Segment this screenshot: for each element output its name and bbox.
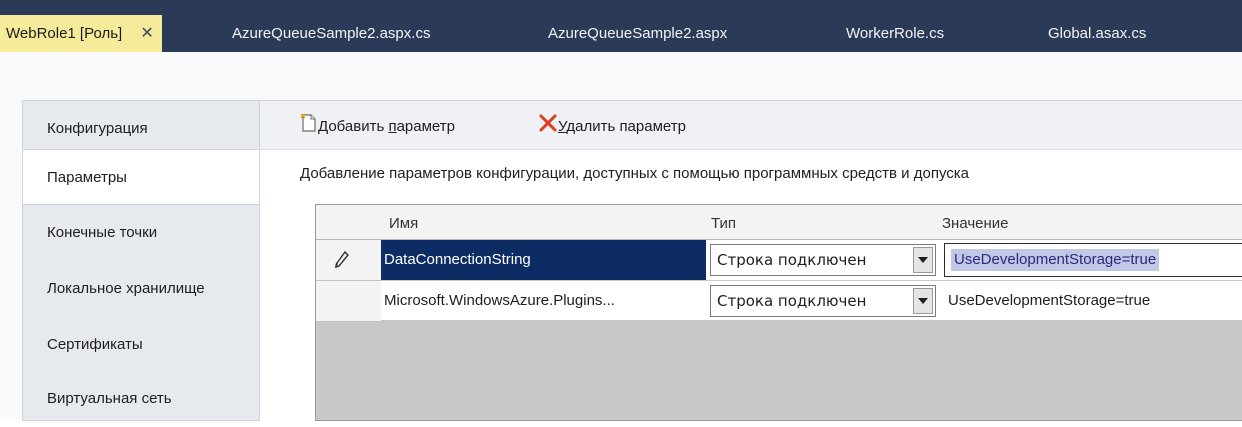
type-select[interactable]: Строка подключен <box>710 244 936 276</box>
add-setting-label: Добавить <box>318 117 389 135</box>
tab-azurequeuesample2-aspx[interactable]: AzureQueueSample2.aspx <box>548 15 727 52</box>
add-setting-button[interactable]: Добавить параметр <box>300 113 455 137</box>
grid-header: Имя Тип Значение <box>316 205 1242 240</box>
role-designer: Конфигурация Параметры Конечные точки Ло… <box>0 52 1242 421</box>
sidebar-item-label: Виртуальная сеть <box>47 390 172 407</box>
tab-label: AzureQueueSample2.aspx <box>548 25 728 42</box>
add-setting-label-rest: араметр <box>396 117 455 135</box>
sidebar-item-label: Локальное хранилище <box>47 280 205 297</box>
dropdown-arrow-icon[interactable] <box>913 288 933 314</box>
sidebar-item-settings[interactable]: Параметры <box>23 149 287 205</box>
column-header-value[interactable]: Значение <box>942 205 1009 239</box>
table-row-type-cell: Строка подключен <box>706 240 942 280</box>
row-selector[interactable] <box>316 281 381 322</box>
row-selector[interactable] <box>316 240 381 281</box>
delete-setting-label: далить параметр <box>566 117 686 135</box>
tab-label: AzureQueueSample2.aspx.cs <box>232 25 431 42</box>
table-row-type-cell: Строка подключен <box>706 281 942 321</box>
value-input[interactable]: UseDevelopmentStorage=true <box>944 243 1242 277</box>
settings-sidebar: Конфигурация Параметры Конечные точки Ло… <box>22 100 287 421</box>
tab-label: WebRole1 [Роль] <box>6 25 123 42</box>
settings-description: Добавление параметров конфигурации, дост… <box>300 165 970 182</box>
value-input-text: UseDevelopmentStorage=true <box>951 249 1160 271</box>
tab-webrole1[interactable]: WebRole1 [Роль] ✕ <box>0 15 162 52</box>
delete-setting-button[interactable]: Удалить параметр <box>538 113 686 137</box>
table-row-name-cell[interactable]: Microsoft.WindowsAzure.Plugins... <box>381 281 706 321</box>
settings-content: Добавить параметр Удалить параметр Добав… <box>259 100 1242 421</box>
sidebar-item-label: Параметры <box>47 169 127 186</box>
type-select-value: Строка подключен <box>717 251 867 269</box>
value-text: UseDevelopmentStorage=true <box>948 292 1151 309</box>
table-row-value-cell: UseDevelopmentStorage=true <box>942 240 1242 280</box>
sidebar-item-label: Конфигурация <box>47 120 148 137</box>
sidebar-item-label: Сертификаты <box>47 336 143 353</box>
document-tab-strip: WebRole1 [Роль] ✕ AzureQueueSample2.aspx… <box>0 0 1242 52</box>
sidebar-item-label: Конечные точки <box>47 224 158 241</box>
tab-workerrole-cs[interactable]: WorkerRole.cs <box>846 15 944 52</box>
type-select-value: Строка подключен <box>717 292 867 310</box>
column-header-name[interactable]: Имя <box>389 205 418 239</box>
delete-x-icon <box>538 113 558 141</box>
tab-global-asax-cs[interactable]: Global.asax.cs <box>1048 15 1146 52</box>
tab-label: Global.asax.cs <box>1048 25 1147 42</box>
add-document-icon <box>300 113 318 141</box>
column-header-type[interactable]: Тип <box>711 205 736 239</box>
pencil-edit-icon <box>334 250 350 274</box>
close-icon[interactable]: ✕ <box>140 25 153 42</box>
dropdown-arrow-icon[interactable] <box>913 247 933 273</box>
table-row-value-cell[interactable]: UseDevelopmentStorage=true <box>942 281 1242 321</box>
settings-toolbar: Добавить параметр Удалить параметр <box>260 100 1242 150</box>
add-setting-accesskey: п <box>388 117 397 135</box>
sidebar-item-local-storage[interactable]: Локальное хранилище <box>23 261 260 317</box>
sidebar-item-endpoints[interactable]: Конечные точки <box>23 205 260 261</box>
settings-grid: Имя Тип Значение DataConnectionString Ст… <box>315 204 1242 421</box>
tab-azurequeuesample2-aspx-cs[interactable]: AzureQueueSample2.aspx.cs <box>232 15 430 52</box>
table-row-name-cell[interactable]: DataConnectionString <box>381 240 706 280</box>
sidebar-item-certificates[interactable]: Сертификаты <box>23 317 260 373</box>
type-select[interactable]: Строка подключен <box>710 285 936 317</box>
tab-label: WorkerRole.cs <box>846 25 945 42</box>
